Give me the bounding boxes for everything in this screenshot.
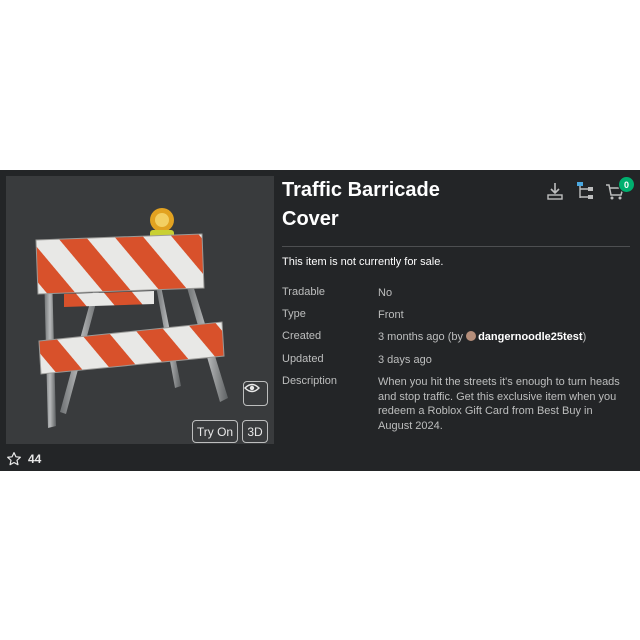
cart-button[interactable]: 0 — [604, 176, 635, 202]
created-close: ) — [582, 331, 587, 343]
hierarchy-icon — [577, 182, 593, 199]
creator-link[interactable]: dangernoodle25test — [478, 331, 583, 343]
try-on-button[interactable]: Try On — [192, 420, 238, 443]
favorite-count: 44 — [28, 452, 42, 466]
type-value: Front — [378, 309, 404, 321]
item-details-panel: Try On 3D 44 Traffic Barricade Cover 0 T… — [0, 170, 640, 471]
favorite-control[interactable]: 44 — [6, 451, 41, 467]
tradable-label: Tradable — [282, 286, 326, 298]
type-label: Type — [282, 308, 306, 320]
created-value: 3 months ago (by — [378, 331, 463, 343]
sale-status: This item is not currently for sale. — [282, 256, 444, 268]
item-thumbnail: Try On 3D — [6, 176, 274, 444]
item-title-line-2: Cover — [282, 208, 339, 230]
description-label: Description — [282, 375, 338, 387]
creator-avatar — [466, 331, 477, 341]
download-button[interactable] — [544, 180, 566, 202]
created-value-wrap: 3 months ago (by dangernoodle25test) — [378, 330, 623, 345]
updated-label: Updated — [282, 353, 324, 365]
title-divider — [282, 246, 630, 247]
3d-view-button[interactable]: 3D — [242, 420, 268, 443]
star-icon[interactable] — [6, 451, 22, 467]
download-icon — [547, 183, 563, 200]
eye-icon — [244, 383, 260, 393]
updated-value: 3 days ago — [378, 354, 432, 366]
barricade-image — [35, 208, 228, 428]
created-label: Created — [282, 330, 322, 342]
preview-eye-button[interactable] — [243, 381, 268, 406]
header-icons: 0 — [544, 176, 635, 202]
item-title: Traffic Barricade Cover — [282, 176, 522, 234]
description-value: When you hit the streets it's enough to … — [378, 376, 620, 432]
cart-count-badge: 0 — [618, 176, 635, 193]
tradable-value: No — [378, 287, 393, 299]
hierarchy-button[interactable] — [574, 180, 596, 202]
item-title-line-1: Traffic Barricade — [282, 179, 440, 201]
